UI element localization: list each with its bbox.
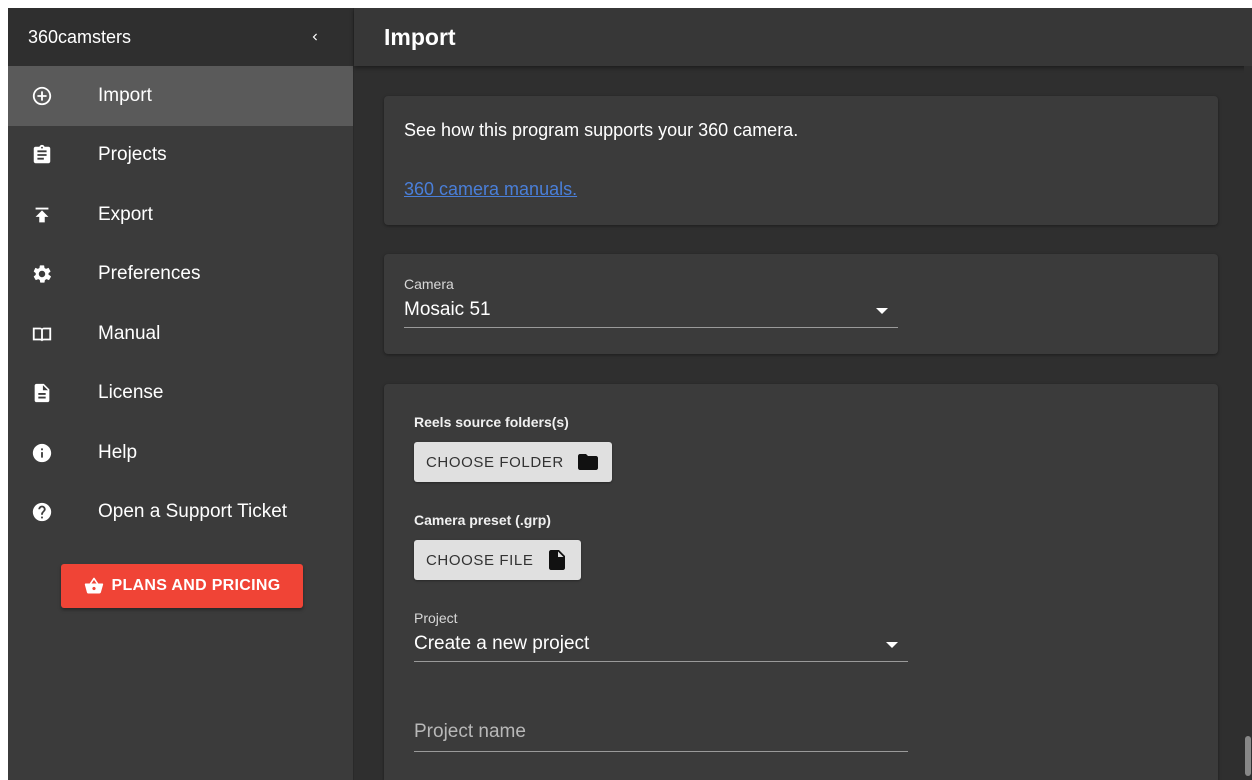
gear-icon bbox=[30, 262, 54, 286]
question-icon bbox=[30, 500, 54, 524]
sidebar-item-import[interactable]: Import bbox=[8, 66, 353, 126]
app-window: 360camsters Import Projects Export Prefe… bbox=[8, 8, 1252, 780]
main-content: Import See how this program supports you… bbox=[354, 8, 1252, 780]
choose-file-label: CHOOSE FILE bbox=[426, 551, 534, 569]
camera-label: Camera bbox=[404, 276, 454, 292]
support-info-text: See how this program supports your 360 c… bbox=[404, 120, 799, 140]
sidebar-header: 360camsters bbox=[8, 8, 353, 66]
camera-manuals-link[interactable]: 360 camera manuals. bbox=[404, 179, 577, 200]
dropdown-arrow-icon bbox=[886, 642, 898, 648]
topbar: Import bbox=[354, 8, 1252, 66]
sidebar-item-manual[interactable]: Manual bbox=[8, 304, 353, 364]
plans-button-label: PLANS AND PRICING bbox=[111, 577, 281, 594]
sidebar-item-label: Projects bbox=[98, 144, 167, 166]
book-icon bbox=[30, 322, 54, 346]
dropdown-arrow-icon bbox=[876, 308, 888, 314]
clipboard-icon bbox=[30, 143, 54, 167]
sidebar-item-label: Help bbox=[98, 441, 138, 463]
sidebar-item-label: Open a Support Ticket bbox=[98, 501, 288, 523]
choose-folder-label: CHOOSE FOLDER bbox=[426, 453, 564, 471]
app-name: 360camsters bbox=[28, 26, 132, 47]
scrollbar-thumb[interactable] bbox=[1245, 736, 1251, 776]
reels-source-label: Reels source folders(s) bbox=[414, 414, 569, 430]
camera-preset-label: Camera preset (.grp) bbox=[414, 512, 551, 528]
sidebar-item-preferences[interactable]: Preferences bbox=[8, 245, 353, 305]
sidebar-nav: Import Projects Export Preferences Manua… bbox=[8, 66, 353, 542]
chevron-left-icon bbox=[312, 33, 317, 41]
sidebar-item-license[interactable]: License bbox=[8, 364, 353, 424]
camera-support-card: See how this program supports your 360 c… bbox=[384, 96, 1218, 225]
import-form-card: Reels source folders(s) CHOOSE FOLDER Ca… bbox=[384, 384, 1218, 780]
project-select[interactable]: Create a new project bbox=[414, 626, 908, 662]
add-circle-icon bbox=[30, 84, 54, 108]
page-title: Import bbox=[384, 23, 456, 50]
camera-select[interactable]: Mosaic 51 bbox=[404, 292, 898, 328]
shopping-basket-icon bbox=[84, 577, 103, 594]
plans-and-pricing-button[interactable]: PLANS AND PRICING bbox=[61, 564, 303, 608]
sidebar-item-export[interactable]: Export bbox=[8, 185, 353, 245]
sidebar-item-label: License bbox=[98, 382, 164, 404]
choose-folder-button[interactable]: CHOOSE FOLDER bbox=[414, 442, 612, 482]
sidebar-item-label: Import bbox=[98, 84, 152, 106]
info-icon bbox=[30, 441, 54, 465]
scrollbar[interactable] bbox=[1244, 66, 1252, 780]
sidebar-item-label: Manual bbox=[98, 322, 161, 344]
document-icon bbox=[30, 381, 54, 405]
project-label: Project bbox=[414, 610, 458, 626]
sidebar: 360camsters Import Projects Export Prefe… bbox=[8, 8, 354, 780]
sidebar-item-projects[interactable]: Projects bbox=[8, 126, 353, 186]
sidebar-item-help[interactable]: Help bbox=[8, 423, 353, 483]
choose-file-button[interactable]: CHOOSE FILE bbox=[414, 540, 582, 580]
camera-select-value: Mosaic 51 bbox=[404, 298, 491, 320]
folder-icon bbox=[577, 454, 598, 470]
file-icon bbox=[549, 550, 566, 570]
collapse-sidebar-button[interactable] bbox=[305, 27, 325, 47]
project-name-input[interactable] bbox=[414, 712, 908, 752]
sidebar-item-label: Export bbox=[98, 203, 153, 225]
project-select-value: Create a new project bbox=[414, 632, 590, 654]
upload-icon bbox=[30, 203, 54, 227]
sidebar-item-label: Preferences bbox=[98, 263, 201, 285]
camera-card: Camera Mosaic 51 bbox=[384, 254, 1218, 354]
sidebar-item-support-ticket[interactable]: Open a Support Ticket bbox=[8, 483, 353, 543]
